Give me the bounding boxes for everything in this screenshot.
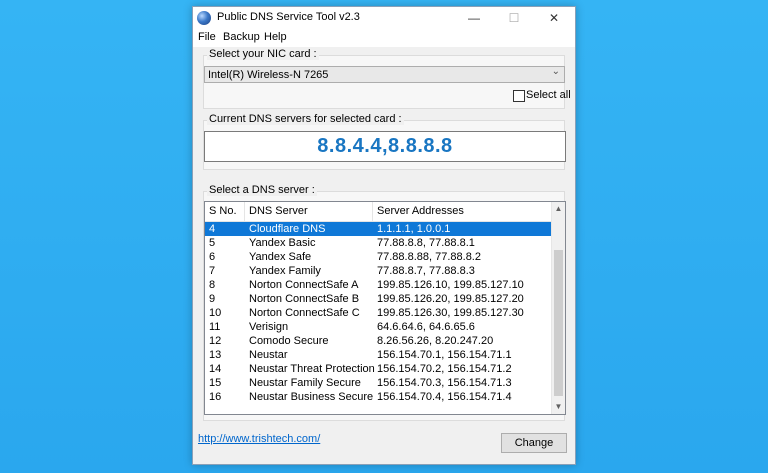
cell-server-addresses: 199.85.126.30, 199.85.127.30	[377, 307, 524, 319]
app-window: Public DNS Service Tool v2.3 — ☐ ✕ File …	[192, 6, 576, 465]
website-link[interactable]: http://www.trishtech.com/	[198, 433, 320, 445]
cell-dns-server: Yandex Family	[249, 265, 321, 277]
table-row[interactable]: 4 Cloudflare DNS 1.1.1.1, 1.0.0.1	[205, 222, 551, 236]
cell-dns-server: Comodo Secure	[249, 335, 329, 347]
vertical-scrollbar[interactable]: ▲ ▼	[551, 202, 565, 414]
cell-sno: 10	[209, 307, 222, 319]
cell-dns-server: Norton ConnectSafe C	[249, 307, 360, 319]
title-bar[interactable]: Public DNS Service Tool v2.3 — ☐ ✕	[193, 7, 575, 29]
dns-server-list[interactable]: S No. DNS Server Server Addresses 4 Cloud…	[204, 201, 566, 415]
cell-dns-server: Neustar Business Secure	[249, 391, 374, 403]
cell-sno: 4	[209, 223, 216, 235]
cell-sno: 7	[209, 265, 216, 277]
cell-dns-server: Norton ConnectSafe A	[249, 279, 359, 291]
cell-dns-server: Neustar Threat Protection	[249, 363, 375, 375]
menu-backup[interactable]: Backup	[223, 31, 260, 43]
cell-server-addresses: 1.1.1.1, 1.0.0.1	[377, 223, 451, 235]
column-header-sno[interactable]: S No.	[205, 202, 245, 221]
cell-dns-server: Neustar	[249, 349, 288, 361]
cell-server-addresses: 156.154.70.1, 156.154.71.1	[377, 349, 512, 361]
table-row[interactable]: 7 Yandex Family 77.88.8.7, 77.88.8.3	[205, 264, 551, 278]
menu-help[interactable]: Help	[264, 31, 287, 43]
table-row[interactable]: 14 Neustar Threat Protection 156.154.70.2,…	[205, 362, 551, 376]
current-dns-value: 8.8.4.4,8.8.8.8	[317, 135, 453, 157]
list-header: S No. DNS Server Server Addresses	[205, 202, 551, 222]
table-row[interactable]: 10 Norton ConnectSafe C 199.85.126.30, 199…	[205, 306, 551, 320]
column-header-server-addresses[interactable]: Server Addresses	[373, 202, 551, 221]
checkbox-box[interactable]	[513, 90, 525, 102]
scrollbar-thumb[interactable]	[554, 250, 563, 396]
cell-dns-server: Neustar Family Secure	[249, 377, 361, 389]
cell-sno: 13	[209, 349, 222, 361]
column-header-dns-server[interactable]: DNS Server	[245, 202, 373, 221]
list-rows: 4 Cloudflare DNS 1.1.1.1, 1.0.0.1 5 Yandex B…	[205, 222, 551, 404]
cell-sno: 8	[209, 279, 216, 291]
chevron-down-icon: ⌄	[551, 66, 560, 77]
cell-server-addresses: 8.26.56.26, 8.20.247.20	[377, 335, 494, 347]
menu-bar: File Backup Help	[193, 29, 575, 47]
cell-sno: 5	[209, 237, 216, 249]
cell-dns-server: Cloudflare DNS	[249, 223, 326, 235]
nic-select-value: Intel(R) Wireless-N 7265	[208, 69, 329, 81]
cell-server-addresses: 77.88.8.88, 77.88.8.2	[377, 251, 481, 263]
cell-server-addresses: 77.88.8.8, 77.88.8.1	[377, 237, 475, 249]
nic-group-label: Select your NIC card :	[207, 48, 319, 60]
table-row[interactable]: 8 Norton ConnectSafe A 199.85.126.10, 199.…	[205, 278, 551, 292]
table-row[interactable]: 16 Neustar Business Secure 156.154.70.4, 1…	[205, 390, 551, 404]
change-button[interactable]: Change	[501, 433, 567, 453]
table-row[interactable]: 9 Norton ConnectSafe B 199.85.126.20, 199.…	[205, 292, 551, 306]
cell-sno: 6	[209, 251, 216, 263]
nic-select[interactable]: Intel(R) Wireless-N 7265 ⌄	[204, 66, 565, 83]
cell-sno: 14	[209, 363, 222, 375]
current-dns-label: Current DNS servers for selected card :	[207, 113, 404, 125]
cell-server-addresses: 199.85.126.20, 199.85.127.20	[377, 293, 524, 305]
cell-server-addresses: 64.6.64.6, 64.6.65.6	[377, 321, 475, 333]
cell-server-addresses: 199.85.126.10, 199.85.127.10	[377, 279, 524, 291]
table-row[interactable]: 6 Yandex Safe 77.88.8.88, 77.88.8.2	[205, 250, 551, 264]
cell-server-addresses: 77.88.8.7, 77.88.8.3	[377, 265, 475, 277]
cell-sno: 16	[209, 391, 222, 403]
table-row[interactable]: 13 Neustar 156.154.70.1, 156.154.71.1	[205, 348, 551, 362]
cell-sno: 11	[209, 321, 221, 333]
close-button[interactable]: ✕	[539, 7, 569, 29]
cell-server-addresses: 156.154.70.2, 156.154.71.2	[377, 363, 512, 375]
cell-dns-server: Yandex Safe	[249, 251, 312, 263]
cell-sno: 15	[209, 377, 222, 389]
menu-file[interactable]: File	[198, 31, 216, 43]
table-row[interactable]: 15 Neustar Family Secure 156.154.70.3, 156…	[205, 376, 551, 390]
current-dns-display: 8.8.4.4,8.8.8.8	[204, 131, 566, 162]
cell-server-addresses: 156.154.70.4, 156.154.71.4	[377, 391, 512, 403]
table-row[interactable]: 5 Yandex Basic 77.88.8.8, 77.88.8.1	[205, 236, 551, 250]
maximize-button[interactable]: ☐	[499, 7, 529, 29]
cell-server-addresses: 156.154.70.3, 156.154.71.3	[377, 377, 512, 389]
cell-dns-server: Yandex Basic	[249, 237, 316, 249]
cell-dns-server: Verisign	[249, 321, 289, 333]
window-title: Public DNS Service Tool v2.3	[217, 11, 360, 23]
scroll-up-icon[interactable]: ▲	[552, 202, 565, 216]
minimize-button[interactable]: —	[459, 7, 489, 29]
dns-server-label: Select a DNS server :	[207, 184, 317, 196]
cell-sno: 12	[209, 335, 222, 347]
globe-icon	[197, 11, 211, 25]
scroll-down-icon[interactable]: ▼	[552, 400, 565, 414]
table-row[interactable]: 12 Comodo Secure 8.26.56.26, 8.20.247.20	[205, 334, 551, 348]
table-row[interactable]: 11 Verisign 64.6.64.6, 64.6.65.6	[205, 320, 551, 334]
select-all-label: Select all	[526, 89, 571, 101]
cell-dns-server: Norton ConnectSafe B	[249, 293, 360, 305]
cell-sno: 9	[209, 293, 216, 305]
